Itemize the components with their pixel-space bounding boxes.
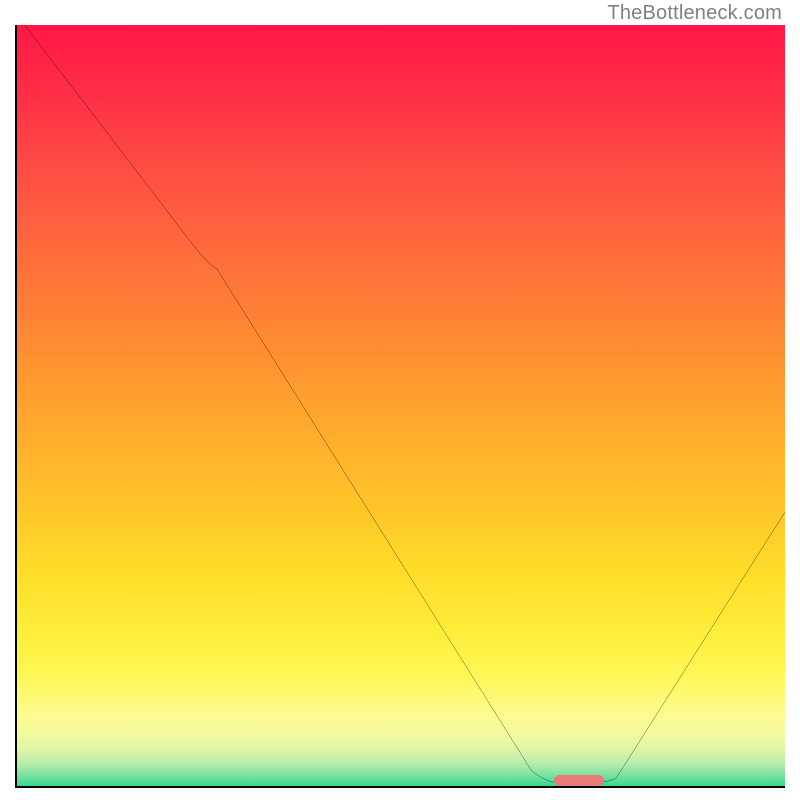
plot-area <box>15 25 785 788</box>
optimum-marker <box>554 775 604 786</box>
chart-container: TheBottleneck.com <box>0 0 800 800</box>
curve-svg <box>17 25 785 786</box>
bottleneck-curve <box>25 25 785 782</box>
watermark-text: TheBottleneck.com <box>607 2 782 25</box>
